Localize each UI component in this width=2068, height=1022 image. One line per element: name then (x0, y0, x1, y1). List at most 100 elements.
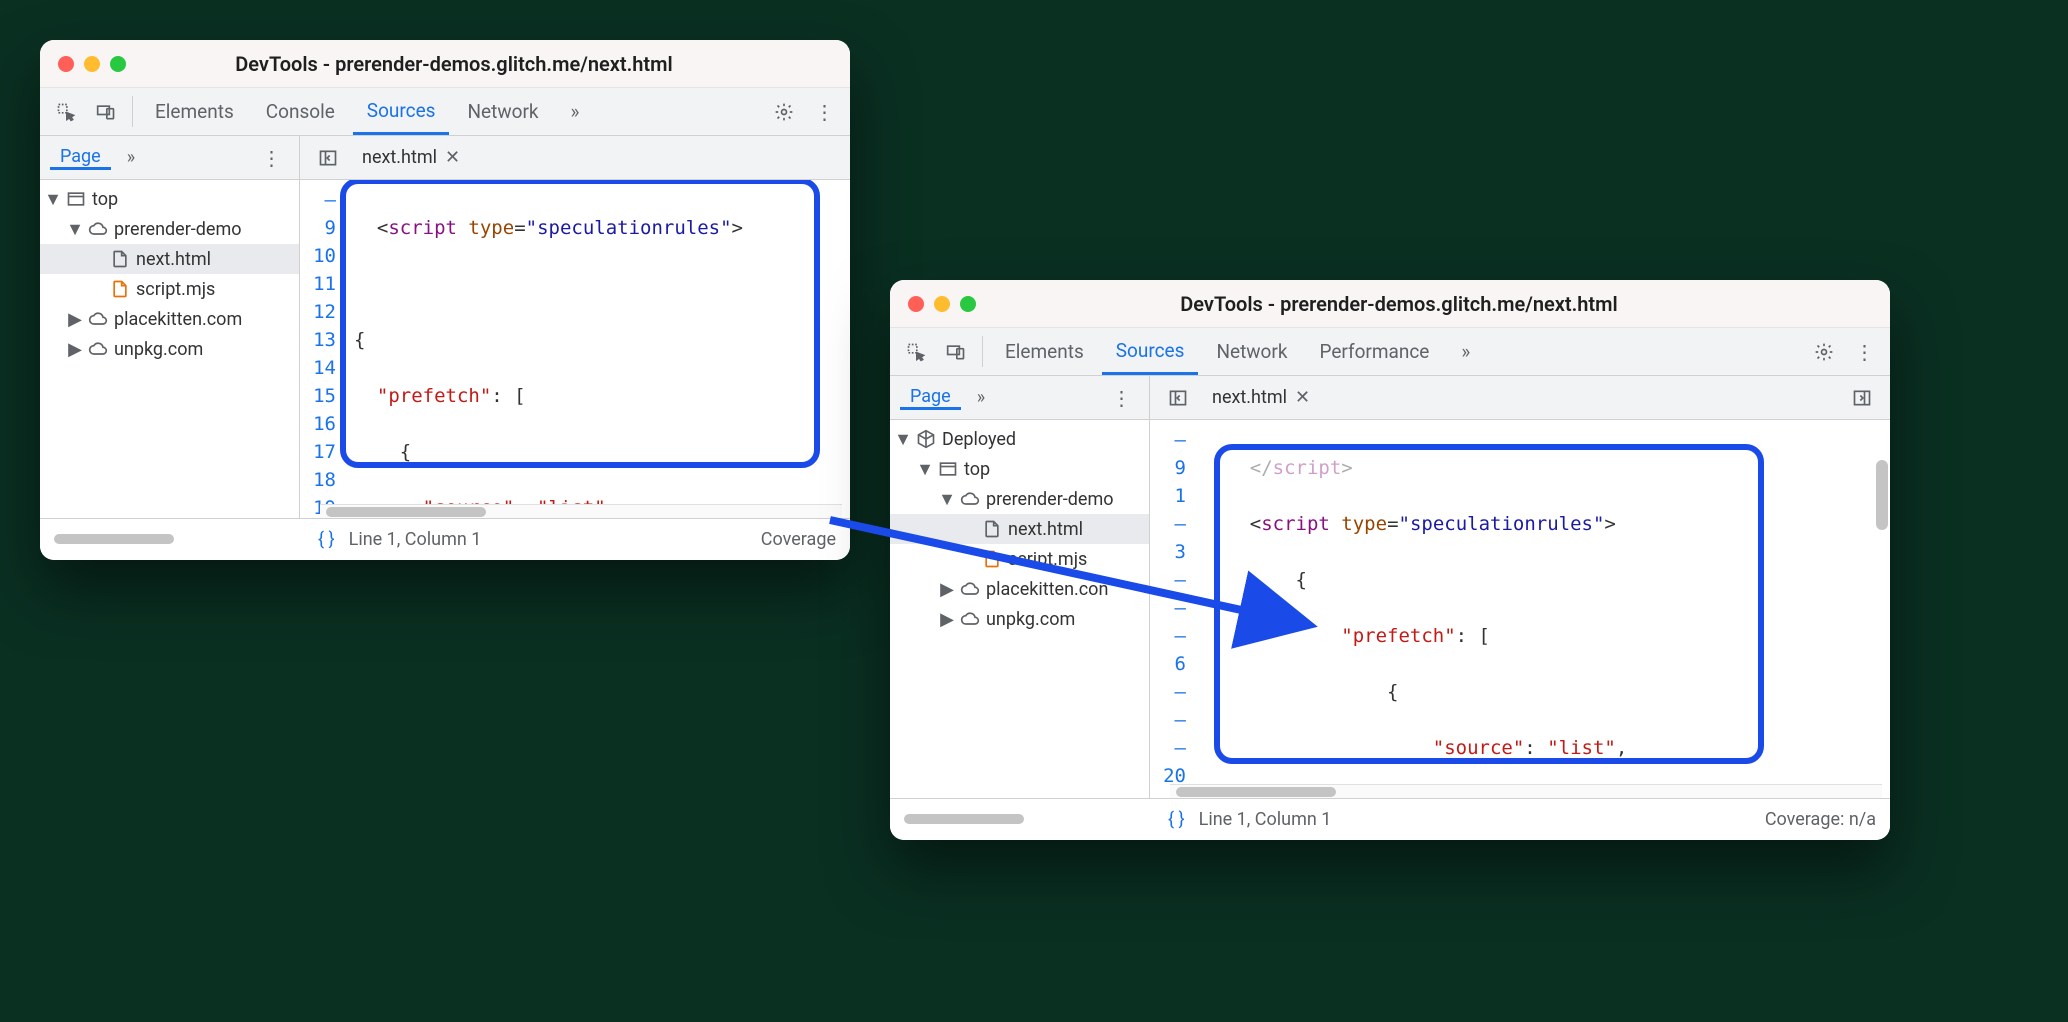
coverage-label: Coverage: n/a (1765, 809, 1876, 830)
line-number: – (1156, 566, 1186, 594)
file-tree: ▼ top ▼prerender-demonext.htmlscript.mjs ▶ p… (40, 180, 300, 518)
chevron-down-icon[interactable]: ▼ (940, 489, 954, 510)
tree-row[interactable]: ▼prerender-demo (40, 214, 299, 244)
tree-label: unpkg.com (114, 339, 203, 360)
titlebar: DevTools - prerender-demos.glitch.me/nex… (890, 280, 1890, 328)
file-tab[interactable]: next.html ✕ (356, 147, 466, 168)
chevron-down-icon[interactable]: ▼ (896, 429, 910, 450)
tab-sources[interactable]: Sources (1102, 328, 1199, 375)
tab-network[interactable]: Network (453, 88, 552, 135)
chevron-right-icon[interactable]: ▶ (940, 579, 954, 600)
toggle-navigator-icon[interactable] (1160, 388, 1196, 408)
close-tab-icon[interactable]: ✕ (1295, 387, 1310, 408)
tab-sources[interactable]: Sources (353, 88, 450, 135)
close-tab-icon[interactable]: ✕ (445, 147, 460, 168)
file-icon (110, 249, 130, 269)
line-number: 9 (306, 214, 336, 242)
tree-row[interactable]: ▶ unpkg.com (40, 334, 299, 364)
code-editor[interactable]: –91–3–––6–––20 </script> <script type="s… (1150, 420, 1890, 798)
sidebar-kebab-icon[interactable]: ⋮ (253, 146, 289, 170)
editor-hscroll[interactable] (320, 504, 842, 518)
tabs-overflow[interactable]: » (1447, 328, 1484, 375)
kebab-icon[interactable]: ⋮ (806, 88, 842, 135)
line-number: – (306, 186, 336, 214)
line-number: – (1156, 426, 1186, 454)
chevron-down-icon[interactable]: ▼ (46, 189, 60, 210)
titlebar: DevTools - prerender-demos.glitch.me/nex… (40, 40, 850, 88)
close-icon[interactable] (908, 296, 924, 312)
tree-label: placekitten.com (114, 309, 242, 330)
tree-row[interactable]: ▶unpkg.com (890, 604, 1149, 634)
chevron-right-icon[interactable]: ▶ (940, 609, 954, 630)
cloud-icon (960, 489, 980, 509)
brackets-icon[interactable]: { } (1168, 809, 1185, 830)
sidebar-tabs-overflow[interactable]: » (117, 147, 145, 168)
tab-elements[interactable]: Elements (991, 328, 1098, 375)
tree-row[interactable]: next.html (890, 514, 1149, 544)
sidebar-tab-page[interactable]: Page (900, 386, 961, 410)
inspect-icon[interactable] (898, 328, 934, 375)
tree-label: placekitten.con (986, 579, 1108, 600)
tree-row[interactable]: script.mjs (890, 544, 1149, 574)
cursor-position: Line 1, Column 1 (349, 529, 482, 550)
line-number: 10 (306, 242, 336, 270)
cloud-icon (88, 339, 108, 359)
inspect-icon[interactable] (48, 88, 84, 135)
tabs-overflow[interactable]: » (557, 88, 594, 135)
toggle-debugger-icon[interactable] (1844, 388, 1880, 408)
tree-row[interactable]: script.mjs (40, 274, 299, 304)
device-icon[interactable] (938, 328, 974, 375)
cursor-position: Line 1, Column 1 (1199, 809, 1332, 830)
file-tab[interactable]: next.html ✕ (1206, 387, 1316, 408)
tree-label: top (92, 189, 118, 210)
chevron-right-icon[interactable]: ▶ (68, 309, 82, 330)
chevron-right-icon[interactable]: ▶ (68, 339, 82, 360)
file-icon (982, 519, 1002, 539)
sidebar-tab-page[interactable]: Page (50, 146, 111, 170)
tab-console[interactable]: Console (252, 88, 349, 135)
line-number: – (1156, 622, 1186, 650)
tree-row[interactable]: ▼ top (40, 184, 299, 214)
brackets-icon[interactable]: { } (318, 529, 335, 550)
gear-icon[interactable] (766, 88, 802, 135)
tree-row[interactable]: ▼prerender-demo (890, 484, 1149, 514)
sidebar-hscroll[interactable] (48, 532, 288, 546)
line-number: 12 (306, 298, 336, 326)
kebab-icon[interactable]: ⋮ (1846, 328, 1882, 375)
tab-performance[interactable]: Performance (1305, 328, 1443, 375)
tab-elements[interactable]: Elements (141, 88, 248, 135)
chevron-down-icon[interactable]: ▼ (68, 219, 82, 240)
sidebar-kebab-icon[interactable]: ⋮ (1103, 386, 1139, 410)
line-number: – (1156, 678, 1186, 706)
file-tab-label: next.html (1212, 387, 1287, 408)
sidebar-hscroll[interactable] (898, 812, 1138, 826)
tree-row[interactable]: ▶ placekitten.com (40, 304, 299, 334)
line-number: 13 (306, 326, 336, 354)
window-title: DevTools - prerender-demos.glitch.me/nex… (76, 52, 832, 76)
toggle-navigator-icon[interactable] (310, 148, 346, 168)
line-number: 3 (1156, 538, 1186, 566)
code-editor[interactable]: –910111213141516171819–20 <script type="… (300, 180, 850, 518)
tree-row[interactable]: ▼top (890, 454, 1149, 484)
close-icon[interactable] (58, 56, 74, 72)
tree-row[interactable]: ▼ Deployed (890, 424, 1149, 454)
devtools-window-b: DevTools - prerender-demos.glitch.me/nex… (890, 280, 1890, 840)
cloud-icon (960, 609, 980, 629)
tree-row[interactable]: next.html (40, 244, 299, 274)
chevron-down-icon[interactable]: ▼ (918, 459, 932, 480)
vscroll-thumb[interactable] (1876, 460, 1888, 530)
window-title: DevTools - prerender-demos.glitch.me/nex… (926, 292, 1872, 316)
editor-hscroll[interactable] (1170, 784, 1882, 798)
code-area[interactable]: </script> <script type="speculationrules… (1196, 420, 1890, 798)
code-area[interactable]: <script type="speculationrules"> { "pref… (346, 180, 850, 518)
line-number: – (1156, 594, 1186, 622)
tree-row[interactable]: ▶ placekitten.con (890, 574, 1149, 604)
tab-network[interactable]: Network (1202, 328, 1301, 375)
device-icon[interactable] (88, 88, 124, 135)
gear-icon[interactable] (1806, 328, 1842, 375)
cloud-icon (960, 579, 980, 599)
sidebar-tabs-overflow[interactable]: » (967, 387, 995, 408)
line-number: – (1156, 510, 1186, 538)
tree-label: Deployed (942, 429, 1016, 450)
window-icon (66, 189, 86, 209)
